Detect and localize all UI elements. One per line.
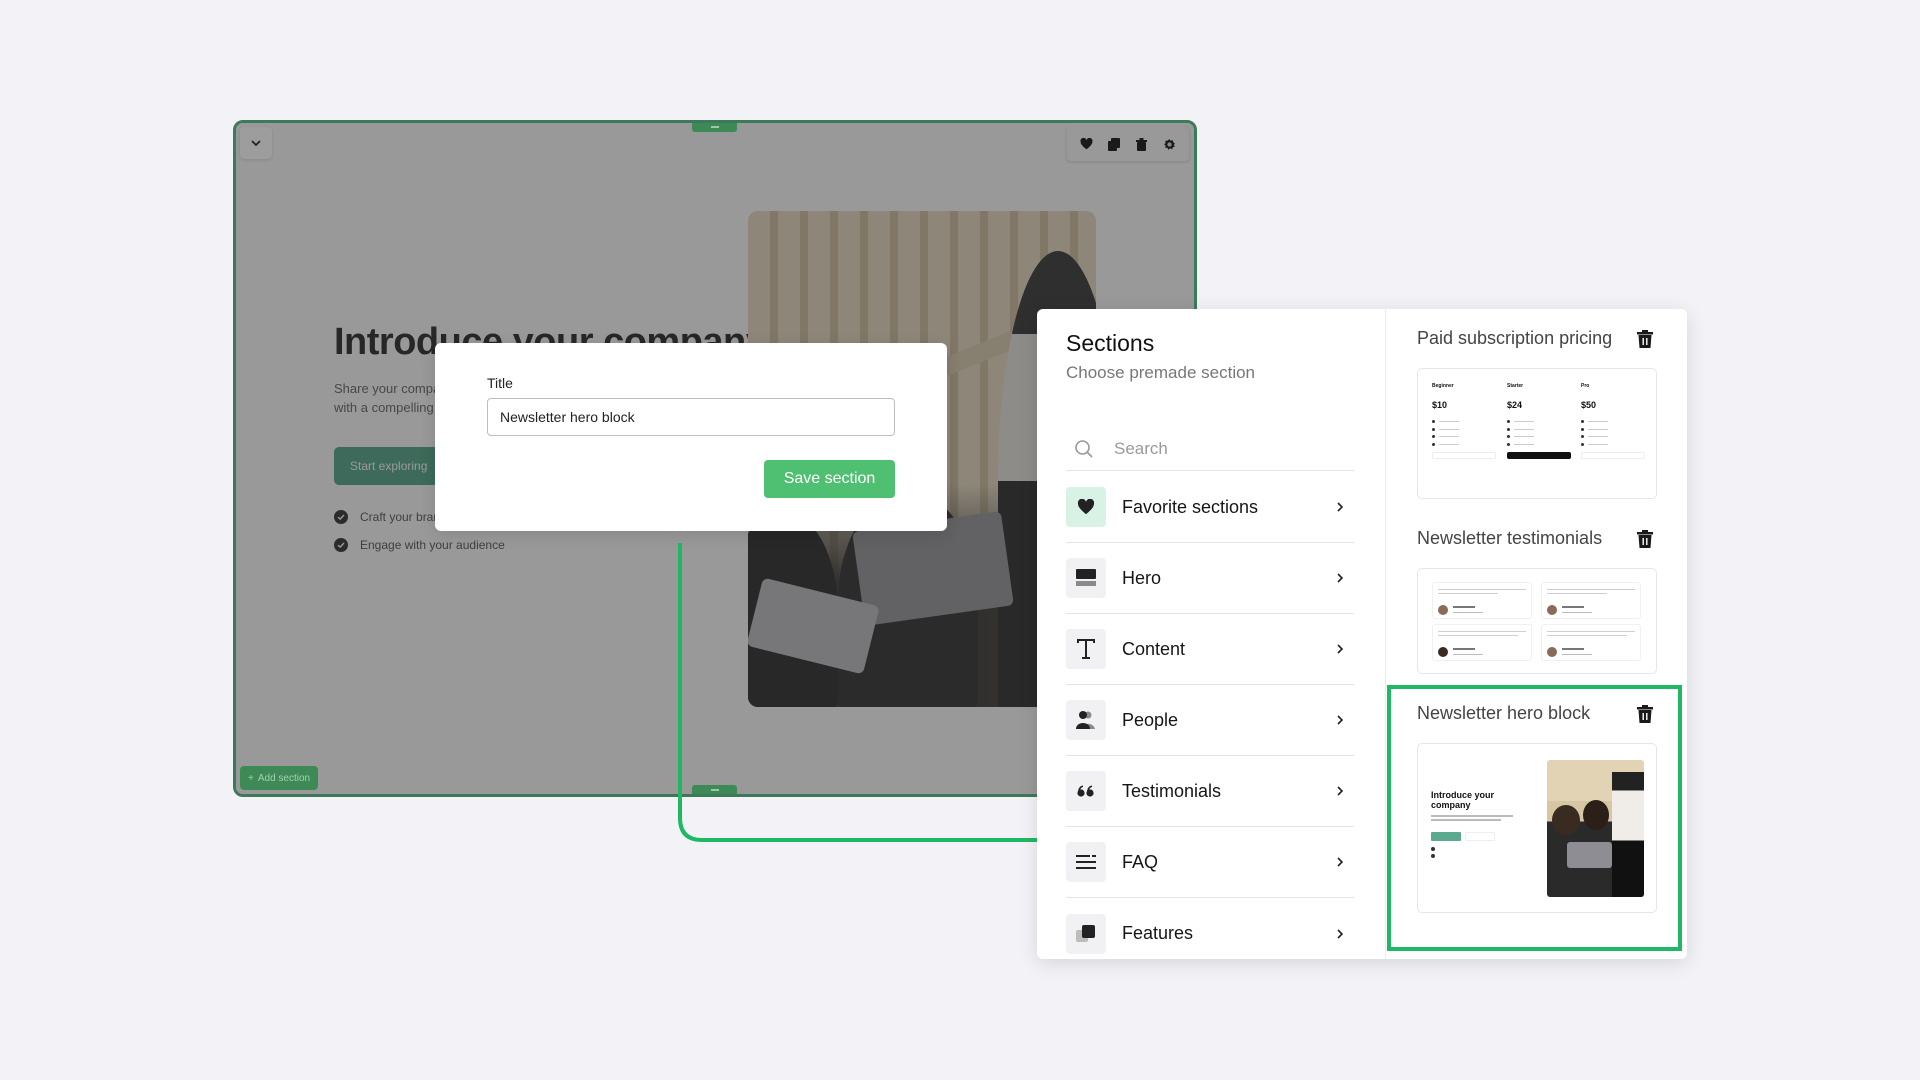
search-icon bbox=[1075, 439, 1093, 458]
testimonials-preview-thumbnail[interactable] bbox=[1417, 568, 1657, 674]
category-features[interactable]: Features bbox=[1066, 898, 1354, 959]
preview-checklist bbox=[1431, 847, 1435, 851]
category-hero[interactable]: Hero bbox=[1066, 543, 1354, 614]
search-bar bbox=[1066, 427, 1354, 471]
plan-name: Starter bbox=[1507, 383, 1524, 389]
chevron-right-icon bbox=[1332, 712, 1348, 728]
category-testimonials[interactable]: Testimonials bbox=[1066, 756, 1354, 827]
chevron-right-icon bbox=[1332, 926, 1348, 942]
panel-title: Sections bbox=[1066, 330, 1155, 356]
category-label: Features bbox=[1122, 923, 1194, 943]
category-label: Testimonials bbox=[1122, 780, 1222, 801]
panel-subtitle: Choose premade section bbox=[1066, 363, 1256, 382]
category-label: FAQ bbox=[1122, 851, 1159, 872]
chevron-down-icon bbox=[251, 140, 261, 147]
heart-icon[interactable] bbox=[1079, 136, 1095, 152]
chevron-right-icon bbox=[1332, 783, 1348, 799]
drag-handle-top[interactable] bbox=[692, 123, 737, 132]
category-people[interactable]: People bbox=[1066, 685, 1354, 756]
people-icon bbox=[1066, 700, 1106, 740]
category-content[interactable]: Content bbox=[1066, 614, 1354, 685]
preview-hero-text bbox=[1431, 815, 1513, 817]
title-field-label: Title bbox=[487, 375, 513, 391]
pricing-preview-thumbnail[interactable]: Beginner $10 Starter $24 Pro $50 bbox=[1417, 368, 1657, 499]
plus-icon: + bbox=[248, 772, 254, 784]
save-section-button[interactable]: Save section bbox=[764, 460, 895, 498]
hero-preview-thumbnail[interactable]: Introduce your company bbox=[1417, 743, 1657, 913]
preview-hero-heading: Introduce your company bbox=[1431, 790, 1495, 810]
preview-hero-button bbox=[1431, 832, 1461, 841]
plan-price: $10 bbox=[1432, 400, 1448, 410]
category-favorite-sections[interactable]: Favorite sections bbox=[1066, 472, 1354, 543]
list-icon bbox=[1066, 842, 1106, 882]
quote-icon bbox=[1066, 771, 1106, 811]
preview-hero-photo bbox=[1547, 760, 1644, 897]
trash-icon[interactable] bbox=[1637, 530, 1653, 548]
testimonial-card-preview bbox=[1541, 582, 1641, 619]
plan-description bbox=[1507, 391, 1571, 395]
saved-section-title: Newsletter testimonials bbox=[1417, 528, 1603, 548]
preview-hero-text bbox=[1431, 819, 1501, 821]
category-faq[interactable]: FAQ bbox=[1066, 827, 1354, 898]
section-toolbar bbox=[1067, 127, 1189, 161]
category-label: Content bbox=[1122, 638, 1186, 659]
chevron-right-icon bbox=[1332, 570, 1348, 586]
plan-description bbox=[1432, 391, 1496, 395]
collapse-button[interactable] bbox=[240, 127, 272, 159]
plan-price: $50 bbox=[1581, 400, 1597, 410]
heart-icon bbox=[1066, 487, 1106, 527]
search-input[interactable] bbox=[1112, 437, 1332, 460]
plan-name: Beginner bbox=[1432, 383, 1454, 389]
category-label: Favorite sections bbox=[1122, 496, 1259, 517]
title-input[interactable] bbox=[487, 398, 895, 436]
saved-sections-list: Paid subscription pricing Beginner $10 S… bbox=[1387, 309, 1687, 959]
plan-name: Pro bbox=[1581, 383, 1590, 389]
pricing-plan-preview: Starter $24 bbox=[1507, 383, 1571, 483]
text-icon bbox=[1066, 629, 1106, 669]
chevron-right-icon bbox=[1332, 499, 1348, 515]
pricing-plan-preview: Pro $50 bbox=[1581, 383, 1645, 483]
preview-checklist bbox=[1431, 854, 1435, 858]
plan-price: $24 bbox=[1507, 400, 1523, 410]
testimonial-card-preview bbox=[1432, 624, 1532, 661]
testimonial-card-preview bbox=[1541, 624, 1641, 661]
saved-section-title: Newsletter hero block bbox=[1417, 703, 1591, 723]
saved-section-title: Paid subscription pricing bbox=[1417, 328, 1613, 348]
add-section-button[interactable]: + Add section bbox=[240, 766, 319, 790]
trash-icon[interactable] bbox=[1637, 705, 1653, 723]
category-list: Favorite sections Hero Content People Te… bbox=[1066, 472, 1354, 959]
plan-description bbox=[1581, 391, 1645, 395]
pricing-plan-preview: Beginner $10 bbox=[1432, 383, 1496, 483]
drag-handle-bottom[interactable] bbox=[692, 785, 737, 794]
hero-layout-icon bbox=[1066, 558, 1106, 598]
save-section-dialog: Title Save section bbox=[435, 343, 947, 531]
sections-panel: Sections Choose premade section Favorite… bbox=[1037, 309, 1687, 959]
sections-categories: Sections Choose premade section Favorite… bbox=[1037, 309, 1386, 959]
trash-icon[interactable] bbox=[1134, 136, 1150, 152]
layers-icon bbox=[1066, 913, 1106, 954]
gear-icon[interactable] bbox=[1161, 136, 1177, 152]
chevron-right-icon bbox=[1332, 854, 1348, 870]
trash-icon[interactable] bbox=[1637, 330, 1653, 348]
testimonial-card-preview bbox=[1432, 582, 1532, 619]
preview-hero-button-secondary bbox=[1465, 832, 1495, 841]
add-section-label: Add section bbox=[257, 772, 311, 784]
duplicate-icon[interactable] bbox=[1106, 136, 1122, 152]
category-label: People bbox=[1122, 709, 1179, 730]
category-label: Hero bbox=[1122, 567, 1162, 588]
chevron-right-icon bbox=[1332, 641, 1348, 657]
